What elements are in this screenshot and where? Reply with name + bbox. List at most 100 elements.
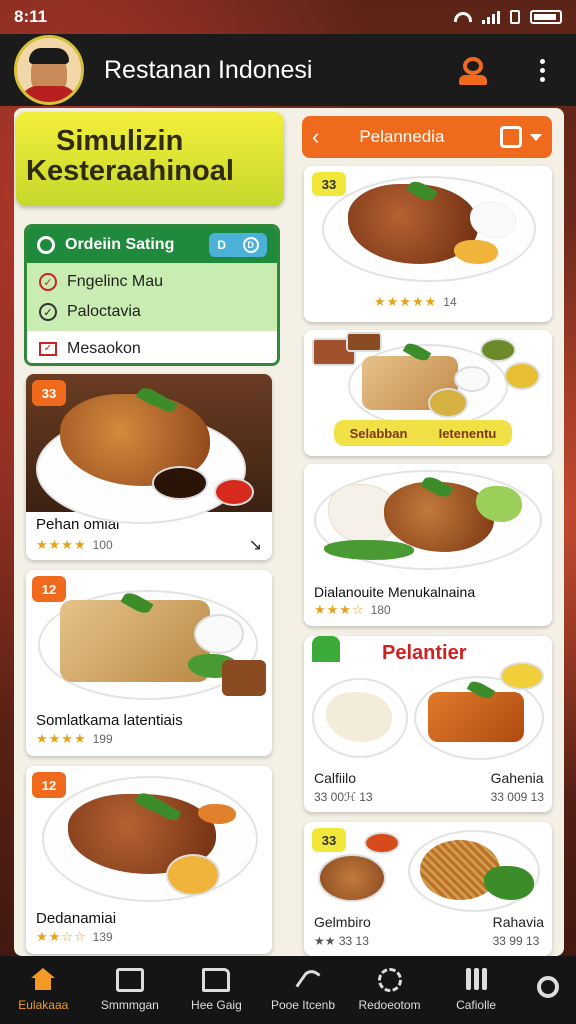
sim-icon (510, 10, 520, 24)
search-icon (536, 976, 559, 998)
pill-left: D (217, 238, 226, 252)
dish-meta: 33 00ℋ 13 (314, 790, 373, 804)
rating-count: 180 (370, 603, 391, 617)
app-title: Restanan Indonesi (104, 55, 313, 84)
chef-profile-button[interactable] (454, 50, 494, 90)
kebab-icon (539, 58, 545, 82)
order-option-1[interactable]: ✓ Fngelinc Mau (39, 267, 265, 297)
dish-image (318, 854, 386, 902)
nav-item-home[interactable]: Eulakaaa (3, 968, 83, 1012)
nav-item-stats[interactable]: Cafiolle (436, 968, 516, 1012)
order-option-label: Paloctavia (67, 303, 141, 320)
gear-icon (37, 236, 55, 254)
menu-card[interactable]: Dialanouite Menukalnaina ★★★☆ 180 (304, 464, 552, 626)
status-icons (454, 10, 562, 24)
cursor-icon: ↘ (248, 537, 262, 554)
wifi-icon (454, 12, 472, 22)
dish-badge: 12 (32, 772, 66, 798)
menu-card[interactable]: 33 Gelmbiro ★★ 33 13 Rahavia 33 99 13 (304, 822, 552, 956)
promo-label-right: Ietenentu (438, 425, 497, 441)
dish-meta: ★★ 33 13 (314, 934, 369, 948)
box-icon (115, 968, 144, 992)
dish-rating: ★★★★ 100 ↘ (26, 533, 272, 557)
order-toggle-pill[interactable]: D D (209, 233, 267, 257)
rating-stars: ★★★☆ (314, 602, 365, 617)
app-header: Restanan Indonesi (0, 34, 576, 106)
promo-label: Selabban Ietenentu (334, 420, 512, 446)
nav-item-settings[interactable]: Redoeotom (350, 968, 430, 1012)
order-settings-header[interactable]: Ordeiin Sating D D (27, 227, 277, 263)
menu-card[interactable]: Selabban Ietenentu (304, 330, 552, 456)
menu-card[interactable]: 12 Somlatkama latentiais ★★★★ 199 (26, 570, 272, 756)
dish-image: Selabban Ietenentu (304, 330, 552, 456)
avatar[interactable] (14, 35, 84, 105)
dish-rating: ★★★★ 199 (26, 729, 272, 749)
rating-count: 14 (443, 295, 457, 309)
bars-icon (462, 968, 490, 992)
rating-count: 199 (92, 732, 113, 746)
dish-image (304, 464, 552, 574)
status-time: 8:11 (14, 7, 48, 26)
dish-captions: Gelmbiro ★★ 33 13 Rahavia 33 99 13 (314, 914, 544, 948)
dish-captions: Calfiilo 33 00ℋ 13 Gahenia 33 009 13 (314, 770, 544, 804)
rating-stars: ★★★★ (36, 731, 87, 746)
main-panel: Simulizin Kesteraahinoal Ordeiin Sating … (14, 108, 564, 956)
dish-name: Gahenia (490, 770, 544, 786)
menu-card[interactable]: 33 ★★★★★ 14 (304, 166, 552, 322)
category-tab (312, 636, 340, 662)
nav-item-orders[interactable]: Hee Gaig (176, 968, 256, 1012)
chevron-down-icon[interactable] (530, 133, 542, 141)
rating-stars: ★★☆☆ (36, 929, 87, 944)
dish-name: Dialanouite Menukalnaina (314, 584, 476, 600)
order-option-2[interactable]: ✓ Paloctavia (39, 297, 265, 327)
order-settings-title: Ordeiin Sating (65, 236, 175, 253)
dish-image: 33 (304, 166, 552, 284)
status-bar: 8:11 (0, 0, 576, 34)
gear-icon (377, 968, 402, 992)
dish-rating: ★★☆☆ 139 (26, 927, 272, 947)
dish-name: Dedanamiai (36, 910, 117, 927)
dish-name: Gelmbiro (314, 914, 371, 930)
dish-badge: 33 (312, 172, 346, 196)
chevron-left-icon[interactable]: ‹ (312, 124, 319, 150)
menu-card[interactable]: Pelantier Calfiilo 33 00ℋ 13 Gahenia 33 … (304, 636, 552, 812)
folder-icon (202, 968, 231, 992)
nav-item-menu[interactable]: Smmmgan (90, 968, 170, 1012)
nav-item-reviews[interactable]: Pooe Itcenb (263, 966, 343, 1012)
signal-icon (482, 10, 500, 24)
bottom-nav: Eulakaaa Smmmgan Hee Gaig Pooe Itcenb Re… (0, 956, 576, 1024)
dish-name: Somlatkama latentiais (36, 712, 183, 729)
more-menu-button[interactable] (522, 50, 562, 90)
dish-rating: ★★★☆ 180 (304, 600, 552, 620)
rating-stars: ★★★★★ (374, 294, 438, 309)
order-settings-card: Ordeiin Sating D D ✓ Fngelinc Mau ✓ Palo… (24, 224, 280, 366)
order-option-3[interactable]: ✓ Mesaokon (27, 331, 277, 363)
menu-card[interactable]: 33 Pehan omiai ★★★★ 100 ↘ (26, 374, 272, 560)
fried-dish-image (428, 692, 524, 742)
battery-icon (530, 10, 562, 24)
nav-item-search[interactable] (523, 976, 573, 1004)
dish-meta: 33 009 13 (490, 790, 544, 804)
dish-image: 33 (26, 374, 272, 524)
dish-badge: 33 (32, 380, 66, 406)
nav-label: Smmmgan (100, 998, 159, 1012)
feather-icon (295, 966, 321, 994)
order-option-label: Mesaokon (67, 340, 141, 357)
rating-count: 100 (92, 538, 113, 552)
filter-icon[interactable] (500, 126, 522, 148)
promo-banner[interactable]: Simulizin Kesteraahinoal (16, 112, 284, 206)
edit-icon: ✓ (39, 342, 57, 356)
rating-stars: ★★★★ (36, 537, 87, 552)
dish-badge: 33 (312, 828, 346, 852)
section-heading: Pelantier (382, 642, 467, 664)
dish-name: Calfiilo (314, 770, 357, 786)
check-icon: ✓ (39, 303, 57, 321)
nav-label: Eulakaaa (18, 998, 69, 1012)
category-dropdown[interactable]: ‹ Pelannedia (302, 116, 552, 158)
dish-meta: 33 99 13 (492, 934, 540, 948)
promo-title-line2: Kesteraahinoal (26, 155, 234, 187)
promo-title-line1: Simulizin (56, 125, 184, 157)
menu-card[interactable]: 12 Dedanamiai ★★☆☆ 139 (26, 766, 272, 954)
rating-count: 139 (92, 930, 113, 944)
chef-icon (459, 55, 489, 85)
